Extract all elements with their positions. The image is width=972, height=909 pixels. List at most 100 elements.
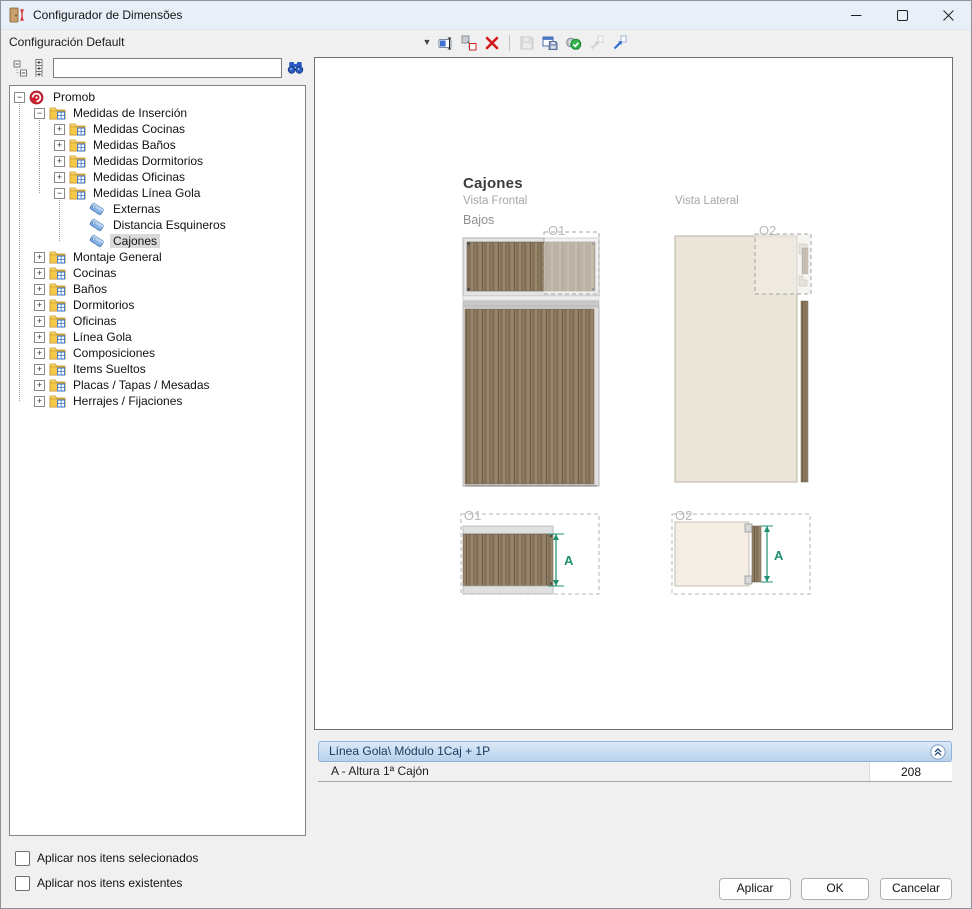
tree-expander-icon[interactable]: + (34, 300, 45, 311)
tree-expander-icon[interactable]: + (34, 316, 45, 327)
tree-expander-icon[interactable]: + (34, 252, 45, 263)
tree-item-label: Distancia Esquineros (110, 218, 229, 232)
tree-item-icon (69, 186, 87, 200)
maximize-button[interactable] (879, 1, 925, 29)
tree-expander-icon[interactable]: + (34, 396, 45, 407)
apply-button[interactable]: Aplicar (719, 878, 791, 900)
save-configuration-button[interactable] (541, 34, 559, 52)
export-button[interactable] (587, 34, 605, 52)
dimension-a-label-o1: A (564, 553, 574, 568)
close-button[interactable] (925, 1, 971, 29)
ok-button[interactable]: OK (801, 878, 869, 900)
tree-item[interactable]: Externas (10, 201, 305, 217)
combobox-dropdown-icon[interactable]: ▼ (421, 36, 433, 48)
minimize-button[interactable] (833, 1, 879, 29)
tree-expander-icon[interactable]: + (54, 156, 65, 167)
tree-item[interactable]: − Promob (10, 89, 305, 105)
folder-icon (49, 282, 67, 296)
tree-item[interactable]: + Placas / Tapas / Mesadas (10, 377, 305, 393)
apply-selected-label: Aplicar nos itens selecionados (37, 852, 198, 865)
folder-icon (49, 362, 67, 376)
preview-panel: Cajones Vista Frontal Vista Lateral Bajo… (314, 57, 953, 730)
tree-item[interactable]: Distancia Esquineros (10, 217, 305, 233)
tree-expander-icon[interactable]: + (34, 348, 45, 359)
checkbox-box[interactable] (15, 876, 30, 891)
checkbox-box[interactable] (15, 851, 30, 866)
tree-item-icon (49, 282, 67, 296)
tree: − Promob − Medidas de Inserción + Medida… (10, 89, 305, 409)
callout-box-o1 (544, 232, 599, 294)
collapse-all-button[interactable] (13, 59, 30, 77)
check-gear-icon (565, 35, 582, 51)
tree-item-label: Placas / Tapas / Mesadas (70, 378, 213, 392)
property-value-input[interactable] (869, 762, 952, 781)
copy-configuration-button[interactable] (460, 34, 478, 52)
tree-item[interactable]: − Medidas de Inserción (10, 105, 305, 121)
folder-icon (49, 314, 67, 328)
tree-item-icon (49, 330, 67, 344)
dimension-configurator-dialog: Configurador de Dimensões Configuración … (0, 0, 972, 909)
expand-all-button[interactable] (32, 59, 49, 77)
tree-expander-icon[interactable]: + (34, 284, 45, 295)
tree-expander-icon[interactable]: + (54, 140, 65, 151)
collapse-group-icon[interactable] (930, 744, 946, 760)
tree-item-label: Composiciones (70, 346, 158, 360)
cabinet-drawing: O1 O2 A (315, 58, 952, 729)
import-button[interactable] (610, 34, 628, 52)
dimension-a-label-o2: A (774, 548, 784, 563)
folder-icon (49, 394, 67, 408)
tree-item-label: Medidas Cocinas (90, 122, 188, 136)
folder-icon (49, 378, 67, 392)
property-group-header[interactable]: Línea Gola\ Módulo 1Caj + 1P (318, 741, 952, 762)
save-icon (519, 35, 535, 51)
tree-item[interactable]: + Composiciones (10, 345, 305, 361)
tree-item[interactable]: − Medidas Línea Gola (10, 185, 305, 201)
tag-icon (89, 202, 106, 216)
property-row: A - Altura 1ª Cajón (318, 762, 952, 782)
tree-item[interactable]: + Medidas Cocinas (10, 121, 305, 137)
folder-icon (49, 266, 67, 280)
tree-expander-icon[interactable]: + (54, 124, 65, 135)
tree-item[interactable]: + Oficinas (10, 313, 305, 329)
tree-item[interactable]: + Medidas Baños (10, 137, 305, 153)
rename-configuration-button[interactable] (437, 34, 455, 52)
tree-item[interactable]: + Montaje General (10, 249, 305, 265)
tree-item[interactable]: + Medidas Oficinas (10, 169, 305, 185)
tree-item[interactable]: + Herrajes / Fijaciones (10, 393, 305, 409)
tree-item-label: Medidas Baños (90, 138, 179, 152)
tree-item-icon (49, 298, 67, 312)
tree-expander-icon[interactable]: − (34, 108, 45, 119)
tree-item[interactable]: + Línea Gola (10, 329, 305, 345)
tree-item[interactable]: Cajones (10, 233, 305, 249)
tree-expander-icon[interactable]: − (54, 188, 65, 199)
tree-item[interactable]: + Items Sueltos (10, 361, 305, 377)
tree-item[interactable]: + Cocinas (10, 265, 305, 281)
apply-existing-label: Aplicar nos itens existentes (37, 877, 182, 890)
save-button[interactable] (518, 34, 536, 52)
tree-item-label: Cajones (110, 234, 160, 248)
search-input[interactable] (53, 58, 282, 78)
apply-configuration-button[interactable] (564, 34, 582, 52)
tree-expander-icon[interactable]: + (34, 332, 45, 343)
apply-existing-checkbox[interactable]: Aplicar nos itens existentes (15, 876, 182, 890)
tree-item-icon (89, 218, 107, 232)
tree-expander-icon[interactable]: + (34, 364, 45, 375)
tree-item[interactable]: + Medidas Dormitorios (10, 153, 305, 169)
tree-item-icon (29, 90, 47, 104)
tree-item[interactable]: + Baños (10, 281, 305, 297)
cancel-button[interactable]: Cancelar (880, 878, 952, 900)
folder-icon (69, 138, 87, 152)
copy-icon (461, 35, 477, 51)
tree-expander-icon[interactable]: + (54, 172, 65, 183)
configuration-combobox[interactable]: Configuración Default (9, 29, 124, 56)
find-button[interactable] (287, 59, 304, 76)
tree-expander-icon[interactable]: + (34, 380, 45, 391)
collapse-all-icon (13, 59, 30, 77)
delete-configuration-button[interactable] (483, 34, 501, 52)
apply-selected-checkbox[interactable]: Aplicar nos itens selecionados (15, 851, 198, 865)
tree-item[interactable]: + Dormitorios (10, 297, 305, 313)
tree-expander-icon[interactable]: − (14, 92, 25, 103)
tree-expander-icon[interactable]: + (34, 268, 45, 279)
tree-item-icon (49, 250, 67, 264)
tree-item-label: Medidas Oficinas (90, 170, 188, 184)
